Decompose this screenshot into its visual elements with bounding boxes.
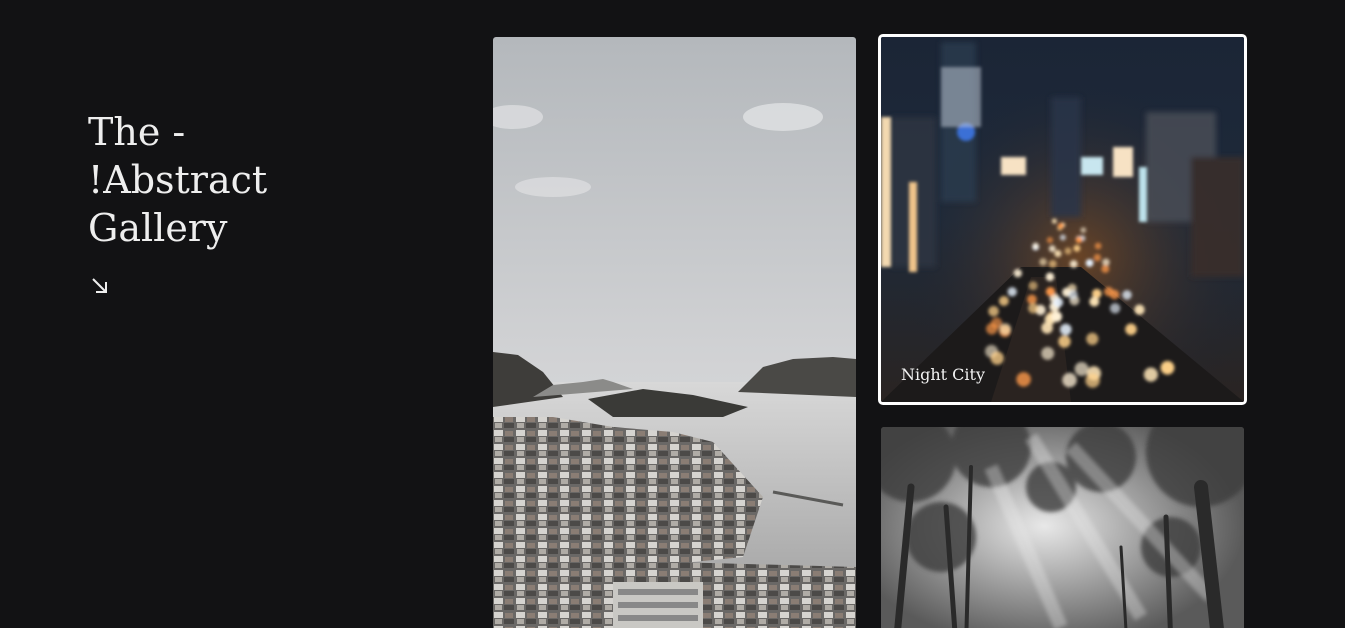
bokeh-light [1122,290,1132,300]
bokeh-light [1109,303,1121,314]
bokeh-light [1041,322,1053,334]
bokeh-light [1109,289,1120,300]
bokeh-light [1041,346,1055,360]
bokeh-light [1085,259,1094,267]
coastal-town-photo [493,37,856,628]
arrow-down-right-icon[interactable] [88,274,112,298]
bokeh-light [1125,323,1137,336]
bokeh-light [1039,258,1047,266]
bokeh-light [1080,227,1087,234]
bokeh-light [1046,236,1054,244]
page-title: The - !Abstract Gallery [88,108,348,252]
bokeh-light [1089,296,1100,307]
title-line-3: Gallery [88,206,228,250]
bokeh-light [1053,297,1064,308]
bokeh-light [1048,245,1056,253]
bokeh-light [1013,269,1022,278]
gallery-item-coastal-town[interactable] [493,37,856,628]
bokeh-light [988,306,999,317]
bokeh-light [1051,311,1062,322]
bokeh-light [1058,335,1071,348]
gallery-item-forest[interactable] [881,427,1244,628]
bokeh-light [1027,294,1037,305]
bokeh-light [1101,264,1110,273]
bokeh-light [998,296,1009,306]
bokeh-light [1062,372,1077,388]
bokeh-light [1068,289,1078,300]
bokeh-light [1102,258,1110,267]
bokeh-light [1074,362,1089,376]
bokeh-light [1051,218,1057,224]
bokeh-light [990,351,1004,365]
bokeh-light [1143,367,1158,382]
bokeh-light [1016,372,1031,387]
title-line-1: The - [88,110,186,154]
forest-photo [881,427,1244,628]
bokeh-light [1032,242,1039,249]
bokeh-light [1094,242,1102,250]
bokeh-light [1059,234,1066,241]
gallery-item-night-city[interactable]: Night City [878,34,1247,405]
bokeh-light [1058,223,1064,229]
gallery-page: The - !Abstract Gallery Night City [0,0,1345,628]
bokeh-light [1045,272,1055,282]
bokeh-light [1045,287,1056,297]
bokeh-light [1028,281,1038,291]
bokeh-light [1007,287,1017,297]
bokeh-light [1134,304,1145,315]
intro-panel: The - !Abstract Gallery [88,108,348,298]
bokeh-light [1085,373,1100,388]
night-city-photo [881,37,1244,402]
bokeh-light [1069,260,1078,268]
bokeh-light [1054,250,1062,258]
bokeh-light [1075,236,1083,243]
bokeh-light [1028,303,1039,314]
bokeh-light [1086,332,1099,345]
gallery-item-caption: Night City [901,365,986,384]
bokeh-light [1073,244,1081,252]
bokeh-light [1060,323,1072,336]
bokeh-light [1093,253,1101,262]
bokeh-light [1160,360,1175,375]
bokeh-light [1048,260,1057,268]
bokeh-light [1064,247,1072,255]
title-line-2: !Abstract [88,158,268,202]
bokeh-light [999,323,1012,335]
